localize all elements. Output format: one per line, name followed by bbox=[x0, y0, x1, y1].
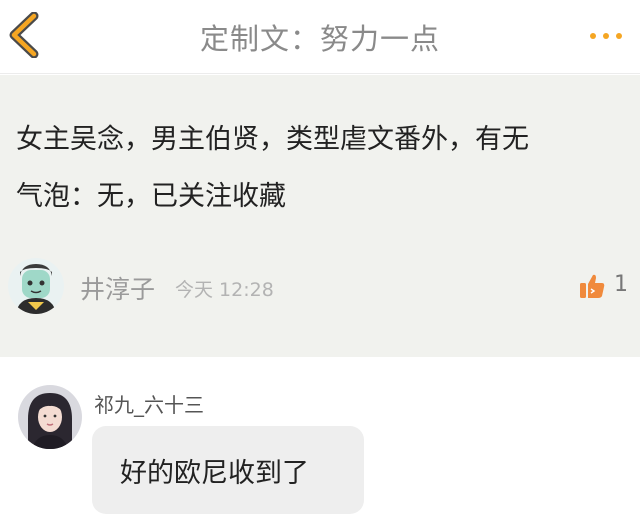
post-body-line: 气泡：无，已关注收藏 bbox=[16, 181, 286, 212]
like-button[interactable]: 1 bbox=[578, 272, 628, 302]
page-title: 定制文：努力一点 bbox=[199, 22, 440, 56]
post-body: 女主吴念，男主伯贤，类型虐文番外，有无 气泡：无，已关注收藏 bbox=[16, 111, 622, 225]
cartoon-avatar-icon bbox=[8, 258, 64, 314]
reply-author-name[interactable]: 祁九_六十三 bbox=[94, 389, 204, 418]
top-bar: 定制文：努力一点 bbox=[0, 0, 640, 74]
post-card: 女主吴念，男主伯贤，类型虐文番外，有无 气泡：无，已关注收藏 井淳子 今天 12… bbox=[0, 75, 640, 357]
more-button[interactable] bbox=[586, 24, 626, 48]
author-avatar[interactable] bbox=[8, 258, 64, 314]
author-name[interactable]: 井淳子 bbox=[80, 270, 155, 306]
reply-avatar[interactable] bbox=[18, 385, 82, 449]
thumbs-up-icon bbox=[580, 274, 605, 298]
post-body-line: 女主吴念，男主伯贤，类型虐文番外，有无 bbox=[16, 124, 529, 155]
message-bubble[interactable]: 好的欧尼收到了 bbox=[92, 426, 364, 514]
more-dots-icon bbox=[590, 33, 622, 39]
reply-item: 祁九_六十三 好的欧尼收到了 bbox=[0, 358, 640, 530]
post-timestamp: 今天 12:28 bbox=[175, 279, 274, 301]
user-photo-avatar-icon bbox=[18, 385, 82, 449]
message-text: 好的欧尼收到了 bbox=[120, 458, 309, 489]
like-count: 1 bbox=[614, 272, 628, 297]
